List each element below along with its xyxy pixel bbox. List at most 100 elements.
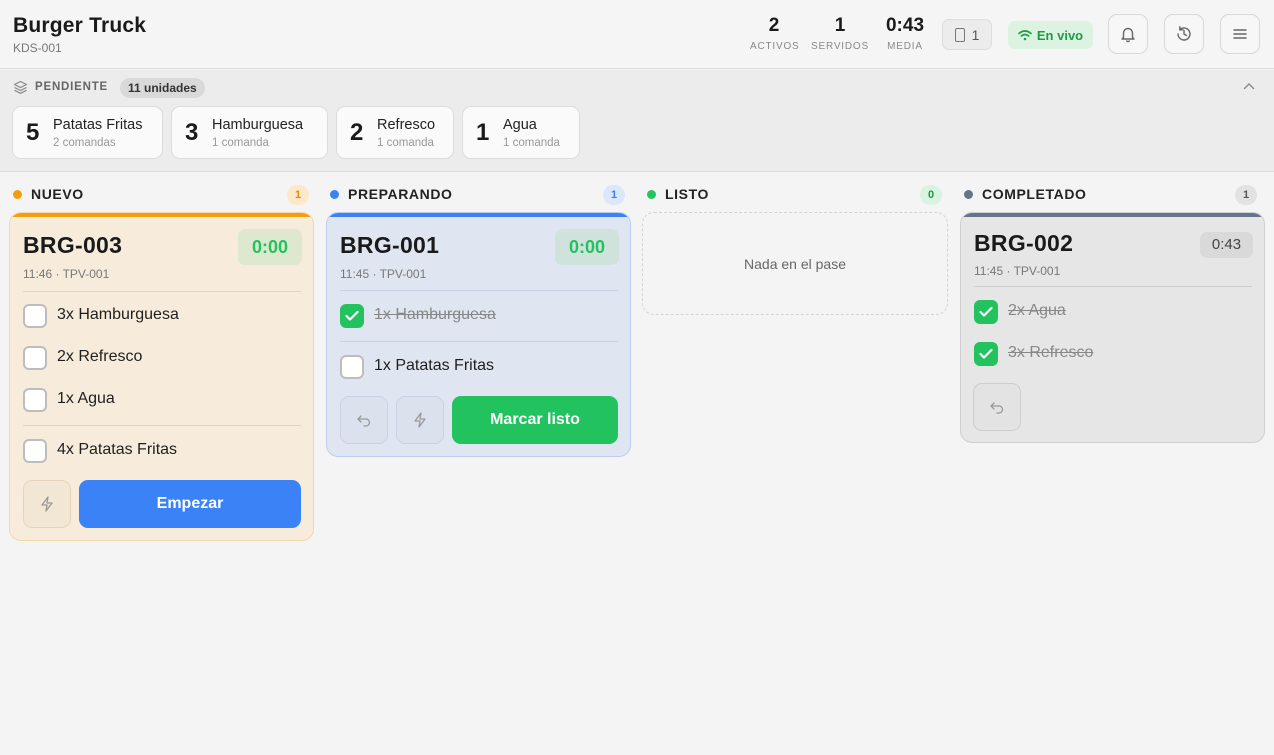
column-title: NUEVO (31, 186, 84, 202)
column-title: COMPLETADO (982, 186, 1087, 202)
divider (340, 341, 618, 342)
undo-button[interactable] (340, 396, 388, 444)
mark-ready-button[interactable]: Marcar listo (452, 396, 618, 444)
order-timer: 0:43 (1200, 232, 1253, 258)
order-code: BRG-001 (340, 232, 440, 258)
stat-value: 1 (834, 15, 846, 36)
priority-button[interactable] (23, 480, 71, 528)
item-label: 1x Agua (57, 390, 115, 407)
order-meta: 11:45 · TPV-001 (974, 264, 1061, 278)
order-card-brg-003[interactable]: BRG-003 11:46 · TPV-001 0:00 3x Hamburgu… (9, 212, 314, 541)
layers-icon (13, 80, 28, 94)
order-code: BRG-003 (23, 232, 123, 258)
item-label: 2x Agua (1008, 302, 1066, 319)
devices-badge[interactable]: 1 (942, 19, 992, 50)
order-card-brg-001[interactable]: BRG-001 11:45 · TPV-001 0:00 1x Hamburgu… (326, 212, 631, 457)
item-checkbox[interactable] (23, 346, 47, 370)
units-badge: 11 unidades (120, 78, 205, 98)
pending-item[interactable]: 3 Hamburguesa 1 comanda (171, 106, 328, 159)
pending-item[interactable]: 2 Refresco 1 comanda (336, 106, 454, 159)
status-dot (330, 190, 339, 199)
pending-item[interactable]: 5 Patatas Fritas 2 comandas (12, 106, 163, 159)
stat-value: 0:43 (885, 15, 925, 36)
column-header-nuevo: NUEVO 1 (13, 185, 309, 205)
item-checkbox[interactable] (23, 388, 47, 412)
item-label: 2x Refresco (57, 348, 143, 365)
column-count: 1 (603, 185, 625, 205)
listo-empty-state: Nada en el pase (642, 212, 948, 315)
undo-icon (357, 415, 371, 427)
pending-name: Refresco (377, 117, 436, 133)
item-checkbox-checked[interactable] (340, 304, 364, 328)
order-item[interactable]: 3x Hamburguesa (23, 304, 301, 328)
order-item[interactable]: 1x Hamburguesa (340, 304, 618, 328)
stat-activos: 2 ACTIVOS (750, 15, 800, 52)
divider (974, 286, 1252, 287)
notifications-button[interactable] (1108, 14, 1148, 54)
item-checkbox[interactable] (23, 304, 47, 328)
stat-label: ACTIVOS (750, 41, 800, 52)
live-status-badge: En vivo (1008, 21, 1093, 49)
history-icon (1177, 26, 1191, 41)
item-label: 3x Refresco (1008, 344, 1094, 361)
history-button[interactable] (1164, 14, 1204, 54)
check-icon (979, 348, 993, 359)
column-header-preparando: PREPARANDO 1 (330, 185, 626, 205)
pending-count: 2 comandas (53, 137, 116, 149)
order-item[interactable]: 4x Patatas Fritas (23, 439, 301, 463)
divider (340, 290, 618, 291)
tablet-icon (954, 27, 965, 42)
item-checkbox[interactable] (23, 439, 47, 463)
menu-button[interactable] (1220, 14, 1260, 54)
pending-name: Hamburguesa (212, 117, 304, 133)
pending-summary: PENDIENTE 11 unidades 5 Patatas Fritas 2… (0, 70, 1274, 172)
pending-count: 1 comanda (212, 137, 269, 149)
undo-icon (990, 402, 1004, 414)
status-dot (964, 190, 973, 199)
order-code: BRG-002 (974, 230, 1074, 256)
undo-button[interactable] (973, 383, 1021, 431)
app-title: Burger Truck (13, 14, 147, 37)
order-card-brg-002[interactable]: BRG-002 11:45 · TPV-001 0:43 2x Agua 3x … (960, 212, 1265, 443)
item-checkbox-checked[interactable] (974, 300, 998, 324)
order-meta: 11:46 · TPV-001 (23, 267, 110, 281)
order-timer: 0:00 (555, 229, 619, 265)
stat-label: SERVIDOS (811, 41, 869, 52)
card-status-bar (10, 213, 313, 217)
pending-label: PENDIENTE (35, 81, 109, 93)
empty-message: Nada en el pase (744, 256, 846, 272)
order-item[interactable]: 3x Refresco (974, 342, 1252, 366)
item-label: 4x Patatas Fritas (57, 441, 178, 458)
pending-name: Patatas Fritas (53, 117, 143, 133)
divider (23, 291, 301, 292)
live-label: En vivo (1036, 27, 1084, 43)
item-label: 3x Hamburguesa (57, 306, 179, 323)
order-item[interactable]: 1x Patatas Fritas (340, 355, 618, 379)
chevron-up-icon[interactable] (1243, 82, 1255, 90)
app-header: Burger Truck KDS-001 2 ACTIVOS 1 SERVIDO… (0, 0, 1274, 69)
stat-media: 0:43 MEDIA (880, 15, 930, 52)
order-item[interactable]: 2x Refresco (23, 346, 301, 370)
priority-button[interactable] (396, 396, 444, 444)
stat-value: 2 (768, 15, 780, 36)
pending-qty: 5 (26, 119, 40, 146)
column-count: 1 (287, 185, 309, 205)
pending-count: 1 comanda (377, 137, 434, 149)
pending-qty: 3 (185, 119, 199, 146)
column-title: PREPARANDO (348, 186, 453, 202)
pending-qty: 2 (350, 119, 364, 146)
check-icon (979, 306, 993, 317)
item-checkbox-checked[interactable] (974, 342, 998, 366)
column-count: 0 (920, 185, 942, 205)
status-dot (647, 190, 656, 199)
start-button[interactable]: Empezar (79, 480, 301, 528)
lightning-icon (41, 496, 53, 512)
item-checkbox[interactable] (340, 355, 364, 379)
column-count: 1 (1235, 185, 1257, 205)
menu-icon (1233, 29, 1247, 39)
order-item[interactable]: 1x Agua (23, 388, 301, 412)
pending-item[interactable]: 1 Agua 1 comanda (462, 106, 580, 159)
stat-label: MEDIA (887, 41, 923, 52)
order-item[interactable]: 2x Agua (974, 300, 1252, 324)
devices-count: 1 (971, 26, 980, 43)
